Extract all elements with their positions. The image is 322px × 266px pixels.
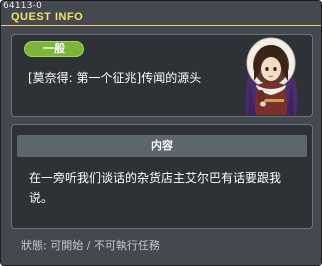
title-divider [1, 25, 321, 26]
quest-name: [莫奈得: 第一个征兆]传闻的源头 [28, 71, 202, 85]
quest-content-panel: 内容 在一旁听我们谈话的杂货店主艾尔巴有话要跟我说。 [11, 124, 313, 229]
content-section-header: 内容 [17, 135, 307, 157]
window-title: QUEST INFO [11, 11, 84, 23]
quest-summary-panel: 一般 [莫奈得: 第一个征兆]传闻的源头 [11, 34, 313, 117]
quest-status: 狀態: 可開始 / 不可執行任務 [21, 239, 160, 252]
quest-description: 在一旁听我们谈话的杂货店主艾尔巴有话要跟我说。 [29, 171, 282, 205]
quest-info-window: 64113-0 QUEST INFO 一般 [莫奈得: 第一个征兆]传闻的源头 [0, 0, 322, 266]
category-badge: 一般 [24, 41, 84, 57]
quest-id-label: 64113-0 [3, 1, 43, 11]
npc-portrait-icon [245, 37, 298, 115]
